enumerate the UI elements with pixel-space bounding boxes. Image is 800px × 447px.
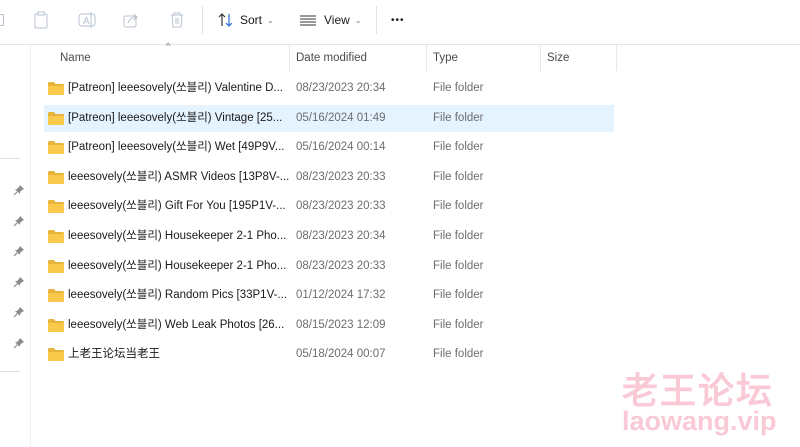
file-row[interactable]: leeesovely(쏘블리) Random Pics [33P1V-... 0…: [44, 282, 614, 309]
file-row[interactable]: leeesovely(쏘블리) ASMR Videos [13P8V-... 0…: [44, 164, 614, 191]
file-type: File folder: [433, 289, 484, 302]
pin-icon[interactable]: [13, 183, 25, 196]
delete-button[interactable]: [169, 8, 185, 32]
file-name: [Patreon] leeesovely(쏘블리) Wet [49P9V...: [68, 141, 285, 154]
chevron-down-icon: ⌄: [267, 15, 274, 25]
nav-divider: [0, 158, 20, 159]
svg-text:A: A: [83, 16, 90, 27]
file-type: File folder: [433, 318, 484, 331]
folder-icon: [48, 82, 64, 95]
file-name: leeesovely(쏘블리) Web Leak Photos [26...: [68, 318, 285, 331]
file-date-modified: 08/23/2023 20:33: [296, 259, 386, 272]
sort-label: Sort: [240, 13, 263, 27]
folder-icon: [48, 259, 64, 273]
column-name-label: Name: [60, 52, 91, 64]
rename-button[interactable]: A: [78, 8, 96, 32]
folder-icon: [48, 230, 64, 243]
file-type: File folder: [433, 230, 484, 242]
column-size-label: Size: [547, 52, 570, 64]
folder-icon: [48, 289, 64, 303]
pin-icon[interactable]: [13, 305, 25, 318]
view-button[interactable]: View ⌄: [300, 8, 362, 32]
file-type: File folder: [433, 170, 484, 183]
file-row[interactable]: [Patreon] leeesovely(쏘블리) Vintage [25...…: [44, 104, 614, 132]
file-name: leeesovely(쏘블리) Housekeeper 2-1 Pho...: [68, 230, 287, 242]
file-name: leeesovely(쏘블리) Gift For You [195P1V-...: [68, 200, 286, 213]
file-date-modified: 01/12/2024 17:32: [296, 289, 386, 302]
share-icon: [123, 13, 139, 28]
rename-icon: A: [78, 12, 96, 28]
folder-icon: [48, 200, 64, 214]
file-date-modified: 05/16/2024 00:14: [296, 141, 386, 154]
paste-button[interactable]: [33, 8, 49, 32]
trash-icon: [171, 12, 183, 28]
file-date-modified: 08/23/2023 20:33: [296, 200, 386, 213]
file-type: File folder: [433, 259, 484, 272]
sort-button[interactable]: Sort ⌄: [218, 8, 274, 32]
folder-icon: [48, 141, 64, 155]
column-header-type[interactable]: Type: [427, 45, 541, 71]
sort-icon: [218, 13, 233, 27]
pin-icon[interactable]: [13, 336, 25, 348]
view-label: View: [324, 13, 350, 27]
cut-icon[interactable]: [0, 8, 4, 32]
share-button[interactable]: [123, 8, 141, 32]
column-type-label: Type: [433, 52, 458, 64]
chevron-down-icon: ⌄: [354, 15, 362, 25]
pin-icon[interactable]: [13, 244, 25, 257]
file-row[interactable]: leeesovely(쏘블리) Gift For You [195P1V-...…: [44, 193, 614, 220]
pin-icon[interactable]: [13, 275, 25, 287]
file-name: leeesovely(쏘블리) Random Pics [33P1V-...: [68, 289, 288, 302]
file-row[interactable]: leeesovely(쏘블리) Housekeeper 2-1 Pho... 0…: [44, 223, 614, 250]
file-type: File folder: [433, 141, 484, 154]
file-row[interactable]: leeesovely(쏘블리) Housekeeper 2-1 Pho... 0…: [44, 253, 614, 280]
file-name: leeesovely(쏘블리) Housekeeper 2-1 Pho...: [68, 259, 287, 272]
file-date-modified: 05/16/2024 01:49: [296, 111, 386, 124]
file-row[interactable]: [Patreon] leeesovely(쏘블리) Wet [49P9V... …: [44, 134, 614, 161]
more-options-button[interactable]: •••: [391, 8, 405, 32]
clipboard-icon: [34, 11, 48, 29]
file-row[interactable]: 上老王论坛当老王 05/18/2024 00:07 File folder: [44, 341, 614, 368]
column-date-label: Date modified: [296, 52, 367, 64]
file-row[interactable]: leeesovely(쏘블리) Web Leak Photos [26... 0…: [44, 312, 614, 339]
file-name: leeesovely(쏘블리) ASMR Videos [13P8V-...: [68, 170, 290, 183]
folder-icon: [48, 170, 64, 184]
folder-icon: [48, 111, 64, 125]
file-name: [Patreon] leeesovely(쏘블리) Valentine D...: [68, 82, 283, 94]
file-type: File folder: [433, 111, 484, 124]
folder-icon: [48, 318, 64, 332]
view-list-icon: [300, 15, 316, 26]
file-date-modified: 05/18/2024 00:07: [296, 348, 386, 361]
file-type: File folder: [433, 200, 484, 213]
column-header-size[interactable]: Size: [541, 45, 617, 71]
toolbar-divider: [376, 6, 377, 34]
command-bar: A Sort ⌄ View ⌄ •••: [0, 0, 800, 40]
file-type: File folder: [433, 348, 484, 361]
folder-icon: [48, 348, 64, 362]
file-name: [Patreon] leeesovely(쏘블리) Vintage [25...: [68, 111, 283, 124]
file-date-modified: 08/23/2023 20:34: [296, 230, 386, 242]
file-date-modified: 08/15/2023 12:09: [296, 318, 386, 331]
pin-icon[interactable]: [13, 214, 25, 226]
sort-ascending-icon: ^: [166, 41, 171, 51]
file-type: File folder: [433, 82, 484, 94]
column-header-date[interactable]: Date modified: [290, 45, 427, 71]
file-date-modified: 08/23/2023 20:33: [296, 170, 386, 183]
file-name: 上老王论坛当老王: [68, 348, 160, 361]
file-date-modified: 08/23/2023 20:34: [296, 82, 386, 94]
watermark-url: laowang.vip: [622, 406, 777, 436]
column-header-name[interactable]: Name ^: [54, 41, 290, 71]
file-row[interactable]: [Patreon] leeesovely(쏘블리) Valentine D...…: [44, 75, 614, 102]
toolbar-divider: [202, 6, 203, 34]
nav-divider: [0, 371, 20, 372]
